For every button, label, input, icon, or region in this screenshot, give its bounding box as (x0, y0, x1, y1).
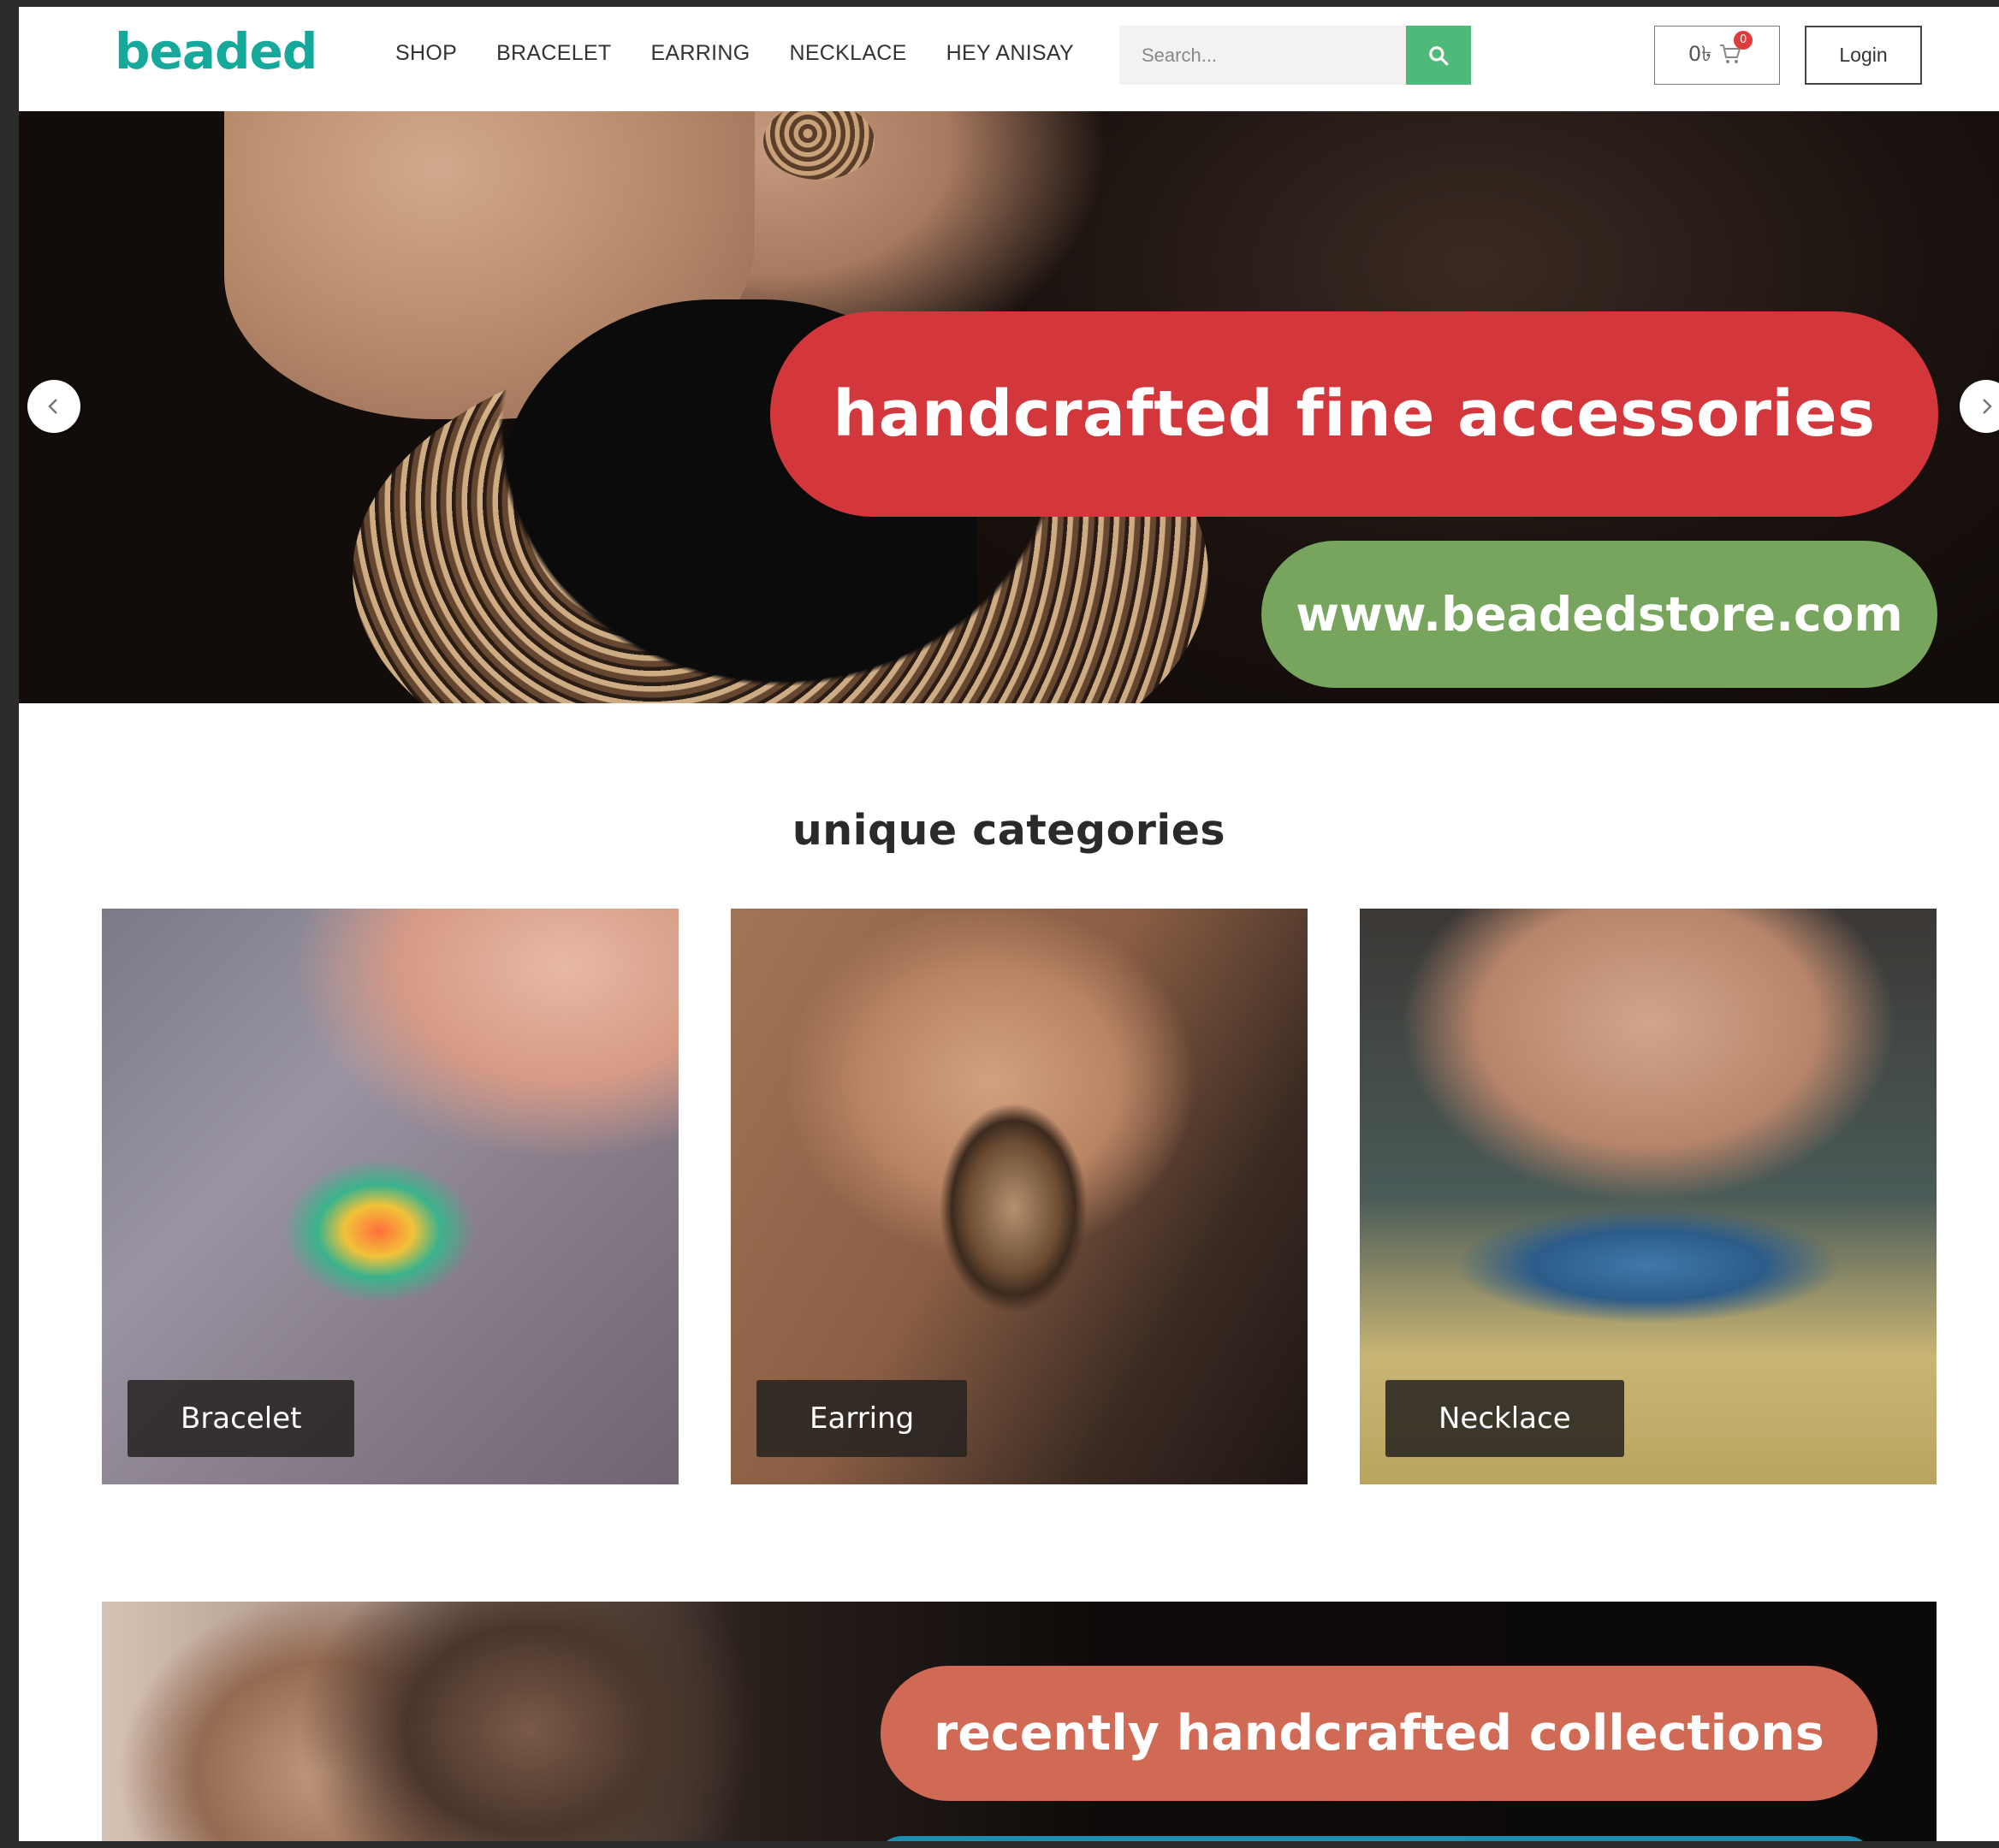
chevron-right-icon (1983, 399, 1992, 414)
nav-necklace[interactable]: NECKLACE (789, 41, 906, 66)
banner-secondary-pill (876, 1836, 1873, 1841)
cart-amount: 0৳ (1688, 41, 1712, 66)
nav-earring[interactable]: EARRING (650, 41, 750, 66)
category-card-necklace[interactable]: Necklace (1360, 909, 1937, 1484)
login-button[interactable]: Login (1805, 26, 1922, 85)
category-label: Necklace (1385, 1380, 1624, 1457)
cart-count-badge: 0 (1734, 30, 1753, 50)
hero-earring (763, 111, 875, 180)
collections-banner[interactable]: recently handcrafted collections (102, 1602, 1937, 1841)
search-button[interactable] (1406, 26, 1471, 85)
category-card-earring[interactable]: Earring (731, 909, 1308, 1484)
slider-prev-button[interactable] (27, 380, 80, 433)
cart-button[interactable]: 0৳ 0 (1654, 26, 1780, 85)
search-bar (1119, 26, 1471, 85)
browser-page: beaded SHOP BRACELET EARRING NECKLACE HE… (19, 7, 1999, 1841)
search-input[interactable] (1119, 26, 1406, 85)
category-label: Bracelet (128, 1380, 355, 1457)
categories-title: unique categories (792, 806, 1226, 855)
hero-website: www.beadedstore.com (1261, 541, 1937, 688)
hero-headline: handcrafted fine accessories (770, 311, 1938, 517)
banner-headline: recently handcrafted collections (881, 1666, 1877, 1801)
category-label: Earring (756, 1380, 968, 1457)
category-card-bracelet[interactable]: Bracelet (102, 909, 679, 1484)
hero-slider: handcrafted fine accessories www.beadeds… (19, 111, 1999, 703)
chevron-left-icon (48, 399, 57, 414)
nav-bracelet[interactable]: BRACELET (496, 41, 611, 66)
cart-icon-wrap: 0 (1718, 30, 1753, 68)
slider-next-button[interactable] (1960, 380, 1999, 433)
search-icon (1429, 45, 1449, 65)
main-nav: SHOP BRACELET EARRING NECKLACE HEY ANISA… (395, 41, 1113, 66)
nav-hey-anisay[interactable]: HEY ANISAY (946, 41, 1074, 66)
site-logo[interactable]: beaded (115, 22, 317, 80)
site-header: beaded SHOP BRACELET EARRING NECKLACE HE… (19, 7, 1999, 111)
nav-shop[interactable]: SHOP (395, 41, 457, 66)
